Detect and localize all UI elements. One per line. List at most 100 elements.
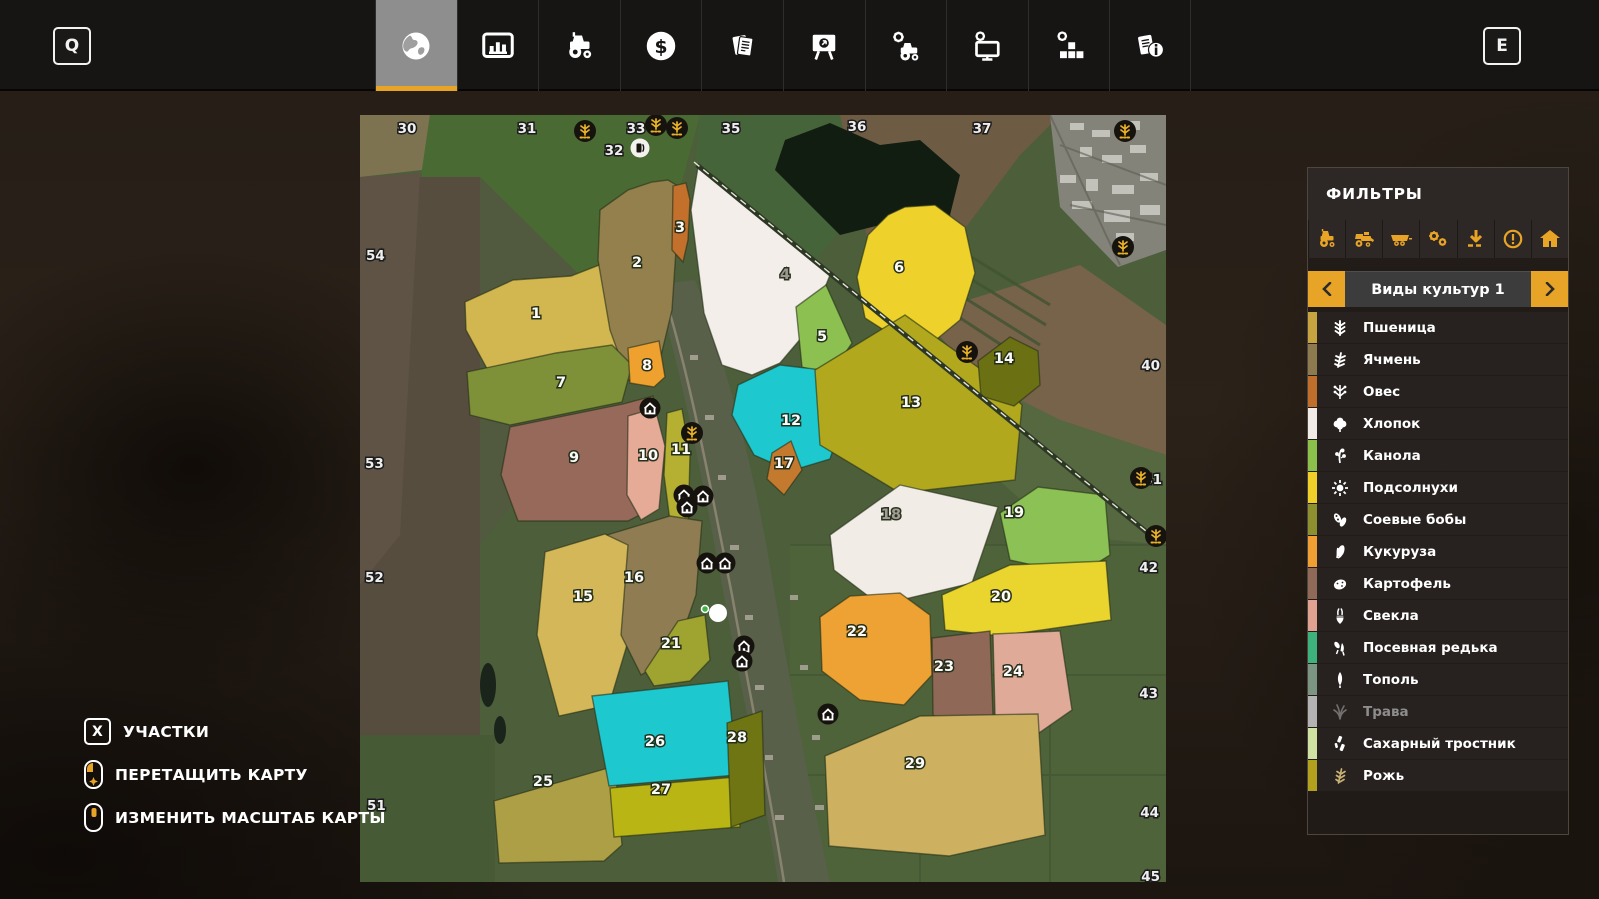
- crop-filter-row[interactable]: Трава: [1308, 696, 1568, 727]
- farm-building-marker[interactable]: [818, 704, 839, 725]
- field-27[interactable]: [610, 777, 740, 837]
- crop-filter-row[interactable]: Соевые бобы: [1308, 504, 1568, 535]
- dollar-icon: $: [643, 28, 679, 64]
- crop-filter-row[interactable]: Канола: [1308, 440, 1568, 471]
- crop-name: Кукуруза: [1363, 544, 1436, 560]
- svg-text:20: 20: [991, 589, 1011, 605]
- svg-text:14: 14: [994, 351, 1014, 367]
- tab-map[interactable]: [375, 0, 457, 91]
- harvester-filter-button[interactable]: [1345, 220, 1382, 258]
- next-tab-hotkey[interactable]: E: [1483, 27, 1521, 65]
- svg-text:22: 22: [847, 624, 867, 640]
- crop-filter-row[interactable]: Пшеница: [1308, 312, 1568, 343]
- tab-help[interactable]: [1109, 0, 1191, 91]
- sell-point-marker[interactable]: [574, 120, 596, 142]
- farm-building-marker[interactable]: [715, 553, 736, 574]
- farm-building-marker[interactable]: [677, 497, 698, 518]
- key-x-icon[interactable]: X: [84, 718, 111, 745]
- crop-filter-row[interactable]: Овес: [1308, 376, 1568, 407]
- world-map[interactable]: 1234567891011121314151617181920212223242…: [360, 115, 1166, 882]
- canola-icon: [1317, 446, 1363, 466]
- gears-filter-icon: [1426, 228, 1450, 250]
- tractor-filter-button[interactable]: [1308, 220, 1345, 258]
- crop-filter-row[interactable]: Кукуруза: [1308, 536, 1568, 567]
- tab-display-settings[interactable]: [946, 0, 1028, 91]
- tab-game-settings[interactable]: [1028, 0, 1110, 91]
- svg-text:18: 18: [881, 507, 901, 523]
- next-category-button[interactable]: [1531, 271, 1568, 307]
- crop-filter-row[interactable]: Ячмень: [1308, 344, 1568, 375]
- sell-point-marker[interactable]: [1114, 120, 1136, 142]
- crop-filter-row[interactable]: Свекла: [1308, 600, 1568, 631]
- field-28[interactable]: [727, 711, 765, 827]
- trailer-filter-icon: [1389, 228, 1413, 250]
- settings-filter-button[interactable]: [1419, 220, 1456, 258]
- chevron-left-icon: [1321, 282, 1333, 296]
- crop-color-swatch: [1308, 632, 1317, 663]
- potato-icon: [1317, 574, 1363, 594]
- chevron-right-icon: [1544, 282, 1556, 296]
- unload-filter-button[interactable]: [1457, 220, 1494, 258]
- svg-text:4: 4: [780, 267, 790, 283]
- tab-production[interactable]: [783, 0, 865, 91]
- sell-point-marker[interactable]: [666, 117, 688, 139]
- crop-name: Соевые бобы: [1363, 512, 1466, 528]
- svg-text:27: 27: [651, 782, 671, 798]
- waypoint-marker[interactable]: [709, 604, 727, 622]
- crop-name: Посевная редька: [1363, 640, 1498, 656]
- mouse-wheel-icon: [84, 803, 103, 832]
- home-filter-button[interactable]: [1531, 220, 1568, 258]
- prev-category-button[interactable]: [1308, 271, 1345, 307]
- prev-tab-hotkey[interactable]: Q: [53, 27, 91, 65]
- farm-building-marker[interactable]: [732, 651, 753, 672]
- legend-drag-label: ПЕРЕТАЩИТЬ КАРТУ: [115, 766, 308, 784]
- crop-filter-row[interactable]: Тополь: [1308, 664, 1568, 695]
- sell-point-marker[interactable]: [1145, 525, 1166, 547]
- crop-filter-row[interactable]: Хлопок: [1308, 408, 1568, 439]
- svg-text:6: 6: [894, 260, 904, 276]
- field-10[interactable]: [627, 408, 665, 520]
- svg-text:15: 15: [573, 589, 593, 605]
- tab-vehicle-settings[interactable]: [865, 0, 947, 91]
- crop-filter-row[interactable]: Рожь: [1308, 760, 1568, 791]
- farm-building-marker[interactable]: [640, 398, 661, 419]
- tab-statistics[interactable]: [457, 0, 539, 91]
- legend-zoom-map: ИЗМЕНИТЬ МАСШТАБ КАРТЫ: [84, 803, 386, 832]
- svg-text:13: 13: [901, 395, 921, 411]
- tab-contracts[interactable]: [701, 0, 783, 91]
- sell-point-marker[interactable]: [1112, 236, 1134, 258]
- alerts-filter-button[interactable]: [1494, 220, 1531, 258]
- legend-parcels: X УЧАСТКИ: [84, 718, 209, 745]
- svg-text:45: 45: [1141, 869, 1160, 882]
- svg-text:52: 52: [365, 570, 384, 586]
- sell-point-marker[interactable]: [956, 341, 978, 363]
- menu-tabs: $: [375, 0, 1191, 91]
- crop-filter-row[interactable]: Подсолнухи: [1308, 472, 1568, 503]
- tractor-filter-icon: [1315, 228, 1339, 250]
- crop-name: Подсолнухи: [1363, 480, 1458, 496]
- fuel-station-marker[interactable]: [631, 139, 650, 158]
- svg-text:37: 37: [973, 121, 992, 137]
- sell-point-marker[interactable]: [681, 422, 703, 444]
- svg-text:35: 35: [722, 121, 741, 137]
- download-filter-icon: [1464, 228, 1488, 250]
- trailer-filter-button[interactable]: [1382, 220, 1419, 258]
- bar-chart-icon: [480, 28, 516, 64]
- farm-building-marker[interactable]: [697, 553, 718, 574]
- crop-name: Рожь: [1363, 768, 1404, 784]
- crop-name: Картофель: [1363, 576, 1451, 592]
- crop-filter-row[interactable]: Посевная редька: [1308, 632, 1568, 663]
- crop-filter-row[interactable]: Картофель: [1308, 568, 1568, 599]
- tab-vehicles[interactable]: [538, 0, 620, 91]
- home-filter-icon: [1538, 228, 1562, 250]
- warning-filter-icon: [1501, 228, 1525, 250]
- crop-color-swatch: [1308, 344, 1317, 375]
- sell-point-marker[interactable]: [1130, 467, 1152, 489]
- blocks-gear-icon: [1051, 28, 1087, 64]
- filters-panel: ФИЛЬТРЫ: [1307, 167, 1569, 835]
- crop-filter-row[interactable]: Сахарный тростник: [1308, 728, 1568, 759]
- documents-icon: [725, 28, 761, 64]
- sell-point-marker[interactable]: [645, 115, 667, 136]
- tab-finances[interactable]: $: [620, 0, 702, 91]
- svg-text:29: 29: [905, 756, 925, 772]
